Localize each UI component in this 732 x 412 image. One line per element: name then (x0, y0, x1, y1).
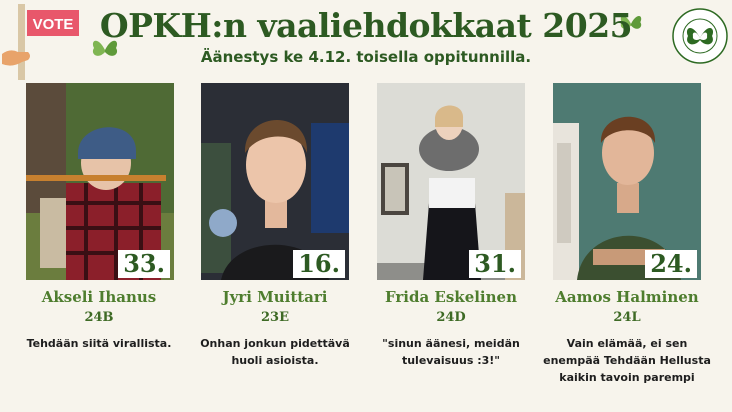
candidate-quote: Onhan jonkun pidettävä huoli asioista. (200, 337, 350, 367)
candidate-photo: 31. (377, 83, 525, 280)
candidate-name: Frida Eskelinen (385, 288, 517, 306)
candidate-number: 31. (469, 250, 521, 278)
candidate-name: Jyri Muittari (222, 288, 328, 306)
candidate-card: 33. Akseli Ihanus 24B Tehdään siitä vira… (18, 83, 180, 350)
candidate-class: 23E (261, 310, 289, 325)
page-title: OPKH:n vaaliehdokkaat 2025 (99, 6, 633, 45)
candidate-card: 31. Frida Eskelinen 24D "sinun äänesi, m… (370, 83, 532, 367)
candidate-card: 24. Aamos Halminen 24L Vain elämää, ei s… (543, 83, 711, 384)
candidate-number: 24. (645, 250, 697, 278)
candidate-name: Akseli Ihanus (41, 288, 157, 306)
candidate-class: 24L (613, 310, 641, 325)
candidate-quote: "sinun äänesi, meidän tulevaisuus :3!" (382, 337, 520, 367)
candidate-number: 16. (293, 250, 345, 278)
candidate-quote: Vain elämää, ei sen enempää Tehdään Hell… (543, 337, 711, 384)
page-subtitle: Äänestys ke 4.12. toisella oppitunnilla. (200, 48, 532, 66)
candidate-photo: 33. (26, 83, 174, 280)
candidate-class: 24D (436, 310, 466, 325)
candidate-name: Aamos Halminen (555, 288, 699, 306)
candidate-photo: 24. (553, 83, 701, 280)
candidate-quote: Tehdään siitä virallista. (26, 337, 172, 350)
candidate-photo: 16. (201, 83, 349, 280)
candidate-class: 24B (84, 310, 114, 325)
candidate-number: 33. (118, 250, 170, 278)
candidate-card: 16. Jyri Muittari 23E Onhan jonkun pidet… (194, 83, 356, 367)
